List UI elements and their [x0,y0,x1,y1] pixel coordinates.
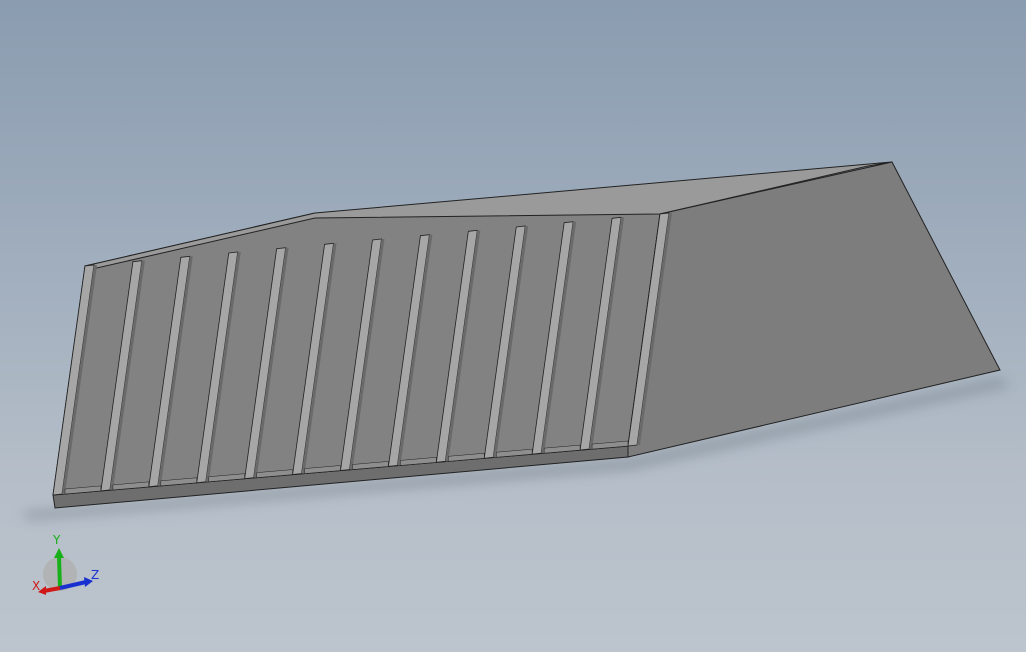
y-axis-arrow [54,548,64,558]
z-axis-label: Z [91,568,99,582]
y-axis-label: Y [52,533,61,547]
model-view[interactable] [0,0,1026,652]
orientation-triad[interactable]: Y X Z [28,530,118,610]
graphics-viewport[interactable]: Y X Z [0,0,1026,652]
x-axis-label: X [32,579,40,593]
y-axis-line [57,555,62,589]
